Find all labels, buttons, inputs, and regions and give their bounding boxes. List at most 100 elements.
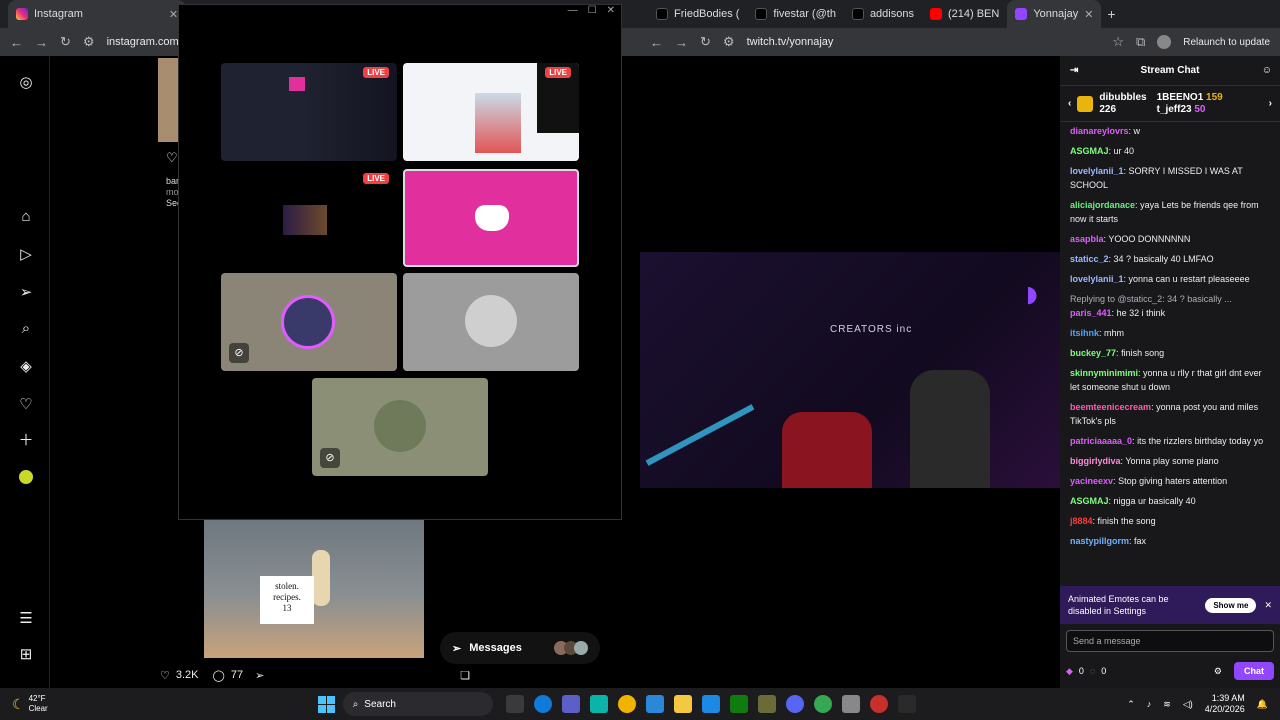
chat-username[interactable]: ASGMAJ bbox=[1070, 496, 1109, 506]
clock[interactable]: 1:39 AM 4/20/2026 bbox=[1205, 693, 1245, 715]
bits-icon[interactable]: ◆ bbox=[1066, 666, 1073, 677]
like-icon[interactable]: ♡ bbox=[166, 150, 178, 166]
bookmark-star-icon[interactable]: ☆ bbox=[1112, 34, 1124, 50]
tab-friedbodies[interactable]: FriedBodies ( bbox=[648, 0, 747, 28]
relaunch-button[interactable]: Relaunch to update bbox=[1183, 37, 1270, 48]
forward-icon[interactable]: → bbox=[675, 35, 688, 50]
back-icon[interactable]: ← bbox=[650, 35, 663, 50]
chat-username[interactable]: beemteenicecream bbox=[1070, 402, 1151, 412]
maximize-icon[interactable]: ☐ bbox=[588, 5, 597, 16]
copilot-icon[interactable] bbox=[589, 695, 608, 713]
user-tile-1[interactable]: ⊘ bbox=[221, 273, 397, 371]
chrome-icon[interactable] bbox=[813, 695, 832, 713]
task-view-icon[interactable] bbox=[505, 695, 524, 713]
chat-username[interactable]: patriciaaaaa_0 bbox=[1070, 436, 1132, 446]
volume-icon[interactable]: ◁) bbox=[1183, 699, 1193, 710]
chat-username[interactable]: dianareylovrs bbox=[1070, 126, 1129, 136]
settings-gear-icon[interactable] bbox=[841, 695, 860, 713]
file-explorer-icon[interactable] bbox=[673, 695, 692, 713]
wifi-icon[interactable]: ≋ bbox=[1163, 699, 1171, 710]
chat-username[interactable]: yacineexv bbox=[1070, 476, 1113, 486]
weather-moon-icon[interactable]: ☾ bbox=[12, 696, 25, 713]
tab-fivestar[interactable]: fivestar (@th bbox=[747, 0, 844, 28]
more-apps-icon[interactable]: ⊞ bbox=[17, 646, 35, 664]
tab-addisons[interactable]: addisons bbox=[844, 0, 922, 28]
back-icon[interactable]: ← bbox=[10, 35, 23, 50]
reply-preview[interactable]: Replying to @staticc_2: 34 ? basically .… bbox=[1070, 292, 1270, 306]
home-icon[interactable]: ⌂ bbox=[17, 208, 35, 226]
share-icon[interactable]: ➢ bbox=[255, 669, 264, 682]
settings-gear-icon[interactable]: ⚙ bbox=[1214, 666, 1222, 677]
close-icon[interactable]: ✕ bbox=[607, 5, 615, 16]
chat-username[interactable]: itsihnk bbox=[1070, 328, 1099, 338]
search-icon[interactable]: ⌕ bbox=[17, 320, 35, 338]
chat-username[interactable]: nastypillgorm bbox=[1070, 536, 1129, 546]
close-tab-icon[interactable]: ✕ bbox=[169, 8, 178, 21]
show-me-button[interactable]: Show me bbox=[1205, 597, 1257, 613]
user-tile-2[interactable] bbox=[403, 273, 579, 371]
forward-icon[interactable]: → bbox=[35, 35, 48, 50]
close-tab-icon[interactable]: ✕ bbox=[1084, 8, 1093, 21]
xbox-icon[interactable] bbox=[729, 695, 748, 713]
tab-youtube[interactable]: (214) BEN bbox=[922, 0, 1007, 28]
comment-icon[interactable]: ◯ bbox=[213, 669, 225, 682]
chrome-icon[interactable] bbox=[617, 695, 636, 713]
close-icon[interactable]: ✕ bbox=[1264, 600, 1272, 611]
discord-user-tile[interactable] bbox=[403, 169, 579, 267]
reload-icon[interactable]: ↻ bbox=[700, 34, 711, 50]
epic-games-icon[interactable] bbox=[897, 695, 916, 713]
tab-instagram[interactable]: Instagram ✕ bbox=[8, 0, 187, 28]
app-c-icon[interactable] bbox=[701, 695, 720, 713]
url-field[interactable]: twitch.tv/yonnajay bbox=[747, 36, 834, 48]
chevron-right-icon[interactable]: › bbox=[1269, 98, 1272, 109]
chat-username[interactable]: aliciajordanace bbox=[1070, 200, 1135, 210]
chat-username[interactable]: lovelylanii_1 bbox=[1070, 166, 1124, 176]
minimize-icon[interactable]: — bbox=[568, 5, 578, 16]
microphone-icon[interactable]: ♪ bbox=[1147, 699, 1152, 709]
discord-icon[interactable] bbox=[785, 695, 804, 713]
like-icon[interactable]: ♡ bbox=[160, 669, 170, 682]
chevron-left-icon[interactable]: ‹ bbox=[1068, 98, 1071, 109]
minecraft-icon[interactable] bbox=[757, 695, 776, 713]
collapse-chat-icon[interactable]: ⇥ bbox=[1070, 65, 1078, 76]
new-tab-icon[interactable]: + bbox=[1107, 6, 1115, 22]
windows-start-icon[interactable] bbox=[317, 695, 335, 713]
stream-tile-2[interactable]: LIVE bbox=[403, 63, 579, 161]
chat-username[interactable]: buckey_77 bbox=[1070, 348, 1116, 358]
video-player[interactable]: CREATORS inc ◗ bbox=[640, 56, 1060, 688]
direct-icon[interactable]: ➢ bbox=[17, 284, 35, 302]
reload-icon[interactable]: ↻ bbox=[60, 34, 71, 50]
teams-icon[interactable] bbox=[561, 695, 580, 713]
chat-username[interactable]: skinnyminimimi bbox=[1070, 368, 1138, 378]
url-field[interactable]: instagram.com bbox=[107, 36, 179, 48]
chat-send-button[interactable]: Chat bbox=[1234, 662, 1274, 680]
chat-username[interactable]: lovelylanii_1 bbox=[1070, 274, 1124, 284]
bookmark-icon[interactable]: ❏ bbox=[460, 669, 470, 682]
create-icon[interactable]: ＋ bbox=[17, 432, 35, 450]
instagram-logo-icon[interactable]: ◎ bbox=[17, 74, 35, 92]
reels-icon[interactable]: ▷ bbox=[17, 246, 35, 264]
notifications-icon[interactable]: ♡ bbox=[17, 396, 35, 414]
extensions-icon[interactable]: ⧉ bbox=[1136, 34, 1145, 50]
site-info-icon[interactable]: ⚙ bbox=[83, 34, 95, 50]
send-message-input[interactable]: Send a message bbox=[1066, 630, 1274, 652]
chat-username[interactable]: paris_441 bbox=[1070, 308, 1112, 318]
tab-yonnajay[interactable]: Yonnajay ✕ bbox=[1007, 0, 1102, 28]
profile-avatar-icon[interactable] bbox=[1157, 35, 1172, 49]
chat-username[interactable]: ASGMAJ bbox=[1070, 146, 1109, 156]
taskbar-search[interactable]: ⌕ Search bbox=[342, 692, 493, 716]
store-icon[interactable] bbox=[645, 695, 664, 713]
stream-tile-3[interactable]: LIVE bbox=[221, 169, 397, 267]
users-icon[interactable]: ☺ bbox=[1262, 65, 1272, 76]
profile-avatar-icon[interactable] bbox=[17, 470, 35, 488]
edge-icon[interactable] bbox=[533, 695, 552, 713]
recording-icon[interactable] bbox=[869, 695, 888, 713]
messages-button[interactable]: ➢ Messages bbox=[440, 632, 600, 664]
site-info-icon[interactable]: ⚙ bbox=[723, 34, 735, 50]
channel-points-icon[interactable]: ◌ bbox=[1090, 666, 1095, 676]
chevron-up-icon[interactable]: ⌃ bbox=[1127, 699, 1135, 710]
menu-icon[interactable]: ☰ bbox=[17, 610, 35, 628]
chat-username[interactable]: j8884 bbox=[1070, 516, 1093, 526]
notification-bell-icon[interactable]: 🔔 bbox=[1257, 699, 1268, 710]
user-tile-3[interactable]: ⊘ bbox=[312, 378, 488, 476]
